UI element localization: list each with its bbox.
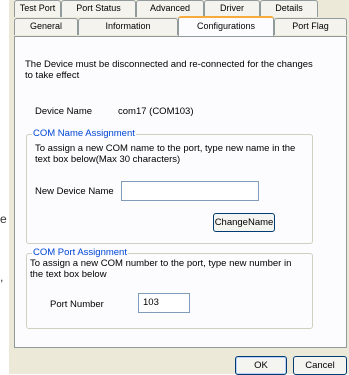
ok-button[interactable]: OK xyxy=(235,356,287,375)
tab-details[interactable]: Details xyxy=(260,0,318,17)
com-name-description: To assign a new COM name to the port, ty… xyxy=(35,143,296,165)
notice-text: The Device must be disconnected and re-c… xyxy=(25,59,313,81)
configurations-panel: The Device must be disconnected and re-c… xyxy=(14,36,347,348)
com-port-description: To assign a new COM number to the port, … xyxy=(30,258,292,280)
tab-port-status[interactable]: Port Status xyxy=(61,0,136,17)
tab-row-back: Test Port Port Status Advanced Driver De… xyxy=(14,0,318,17)
tab-test-port[interactable]: Test Port xyxy=(14,0,61,17)
change-name-button[interactable]: ChangeName xyxy=(213,213,275,232)
port-number-input[interactable]: 103 xyxy=(138,293,190,313)
edge-char-2: , xyxy=(0,270,4,284)
com-port-group-title: COM Port Assignment xyxy=(32,247,128,258)
tab-information[interactable]: Information xyxy=(78,18,178,35)
edge-char-1: e xyxy=(0,212,7,226)
new-device-name-label: New Device Name xyxy=(35,186,114,197)
com-port-group: COM Port Assignment To assign a new COM … xyxy=(26,247,313,329)
device-name-value: com17 (COM103) xyxy=(118,106,194,117)
com-name-group: COM Name Assignment To assign a new COM … xyxy=(26,128,313,244)
tab-advanced[interactable]: Advanced xyxy=(136,0,204,17)
cancel-button[interactable]: Cancel xyxy=(293,356,347,375)
port-number-label: Port Number xyxy=(50,299,104,310)
tab-driver[interactable]: Driver xyxy=(204,0,260,17)
tab-configurations[interactable]: Configurations xyxy=(178,16,274,36)
tab-row-front: General Information Configurations Port … xyxy=(14,16,347,36)
properties-dialog: Test Port Port Status Advanced Driver De… xyxy=(9,0,349,375)
tab-port-flag[interactable]: Port Flag xyxy=(274,18,347,35)
background-page-edge: e , xyxy=(0,0,9,374)
tab-general[interactable]: General xyxy=(14,18,78,35)
device-name-label: Device Name xyxy=(35,106,93,117)
com-name-group-title: COM Name Assignment xyxy=(32,128,136,139)
new-device-name-input[interactable] xyxy=(121,181,259,201)
